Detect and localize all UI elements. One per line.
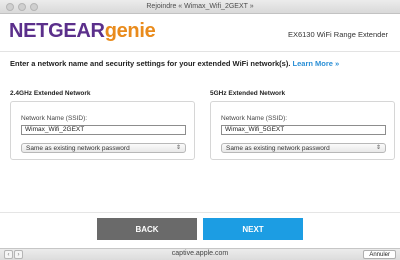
password-select-5ghz[interactable]: Same as existing network password ⇕: [221, 143, 386, 153]
next-button[interactable]: NEXT: [203, 218, 303, 240]
back-button[interactable]: BACK: [97, 218, 197, 240]
band-5ghz-title: 5GHz Extended Network: [210, 90, 286, 97]
ssid-label-5ghz: Network Name (SSID):: [221, 115, 288, 122]
close-window-button[interactable]: [6, 3, 14, 11]
band-24ghz-panel: Network Name (SSID): Wimax_Wifi_2GEXT Sa…: [10, 101, 195, 160]
browser-statusbar: ‹ › captive.apple.com Annuler: [0, 248, 400, 260]
window-title: Rejoindre « Wimax_Wifi_2GEXT »: [146, 3, 254, 10]
page-header: NETGEARgenie EX6130 WiFi Range Extender: [0, 14, 400, 52]
netgear-genie-logo: NETGEARgenie: [9, 20, 156, 43]
select-arrows-icon: ⇕: [175, 145, 181, 151]
window-titlebar: Rejoindre « Wimax_Wifi_2GEXT »: [0, 0, 400, 14]
logo-netgear-text: NETGEAR: [9, 20, 105, 42]
band-5ghz-panel: Network Name (SSID): Wimax_Wifi_5GEXT Sa…: [210, 101, 395, 160]
password-select-24ghz[interactable]: Same as existing network password ⇕: [21, 143, 186, 153]
main-content: Enter a network name and security settin…: [0, 52, 400, 212]
instructions-text: Enter a network name and security settin…: [10, 59, 339, 68]
instructions-label: Enter a network name and security settin…: [10, 59, 291, 68]
ssid-input-24ghz[interactable]: Wimax_Wifi_2GEXT: [21, 125, 186, 135]
password-select-24ghz-value: Same as existing network password: [26, 145, 130, 152]
window-controls: [6, 3, 38, 11]
select-arrows-icon: ⇕: [375, 145, 381, 151]
ssid-label-24ghz: Network Name (SSID):: [21, 115, 88, 122]
band-24ghz-title: 2.4GHz Extended Network: [10, 90, 91, 97]
action-footer: BACK NEXT: [0, 212, 400, 248]
minimize-window-button[interactable]: [18, 3, 26, 11]
ssid-input-5ghz[interactable]: Wimax_Wifi_5GEXT: [221, 125, 386, 135]
password-select-5ghz-value: Same as existing network password: [226, 145, 330, 152]
captive-portal-window: Rejoindre « Wimax_Wifi_2GEXT » NETGEARge…: [0, 0, 400, 260]
page-url: captive.apple.com: [171, 250, 229, 257]
logo-genie-text: genie: [104, 20, 156, 42]
learn-more-link[interactable]: Learn More »: [293, 59, 340, 68]
zoom-window-button[interactable]: [30, 3, 38, 11]
device-model: EX6130 WiFi Range Extender: [287, 30, 388, 39]
cancel-button[interactable]: Annuler: [363, 250, 396, 259]
